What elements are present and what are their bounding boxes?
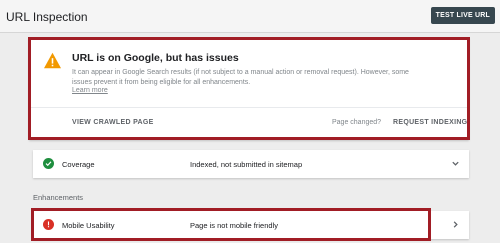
mobile-usability-label: Mobile Usability bbox=[62, 221, 115, 230]
enhancements-heading: Enhancements bbox=[33, 193, 84, 202]
test-live-url-button[interactable]: TEST LIVE URL bbox=[430, 7, 495, 24]
issue-description: It can appear in Google Search results (… bbox=[72, 69, 409, 86]
learn-more-link[interactable]: Learn more bbox=[72, 87, 108, 94]
issue-title: URL is on Google, but has issues bbox=[72, 52, 239, 64]
mobile-usability-row[interactable]: Mobile Usability Page is not mobile frie… bbox=[33, 211, 469, 239]
issue-summary-card: URL is on Google, but has issues It can … bbox=[29, 38, 469, 140]
coverage-label: Coverage bbox=[62, 160, 95, 169]
view-crawled-page-button[interactable]: VIEW CRAWLED PAGE bbox=[72, 119, 154, 126]
coverage-row[interactable]: Coverage Indexed, not submitted in sitem… bbox=[33, 150, 469, 178]
error-circle-icon bbox=[43, 219, 54, 230]
page-changed-label: Page changed? bbox=[332, 119, 382, 126]
request-indexing-button[interactable]: REQUEST INDEXING bbox=[393, 119, 467, 126]
check-circle-icon bbox=[43, 158, 54, 169]
coverage-status: Indexed, not submitted in sitemap bbox=[190, 160, 303, 169]
mobile-usability-status: Page is not mobile friendly bbox=[190, 221, 278, 230]
chevron-right-icon[interactable] bbox=[451, 220, 460, 229]
card-divider bbox=[29, 107, 469, 108]
warning-triangle-icon bbox=[44, 52, 61, 69]
page-title: URL Inspection bbox=[6, 10, 88, 24]
chevron-down-icon[interactable] bbox=[451, 159, 460, 168]
top-bar: URL Inspection TEST LIVE URL bbox=[0, 0, 500, 33]
